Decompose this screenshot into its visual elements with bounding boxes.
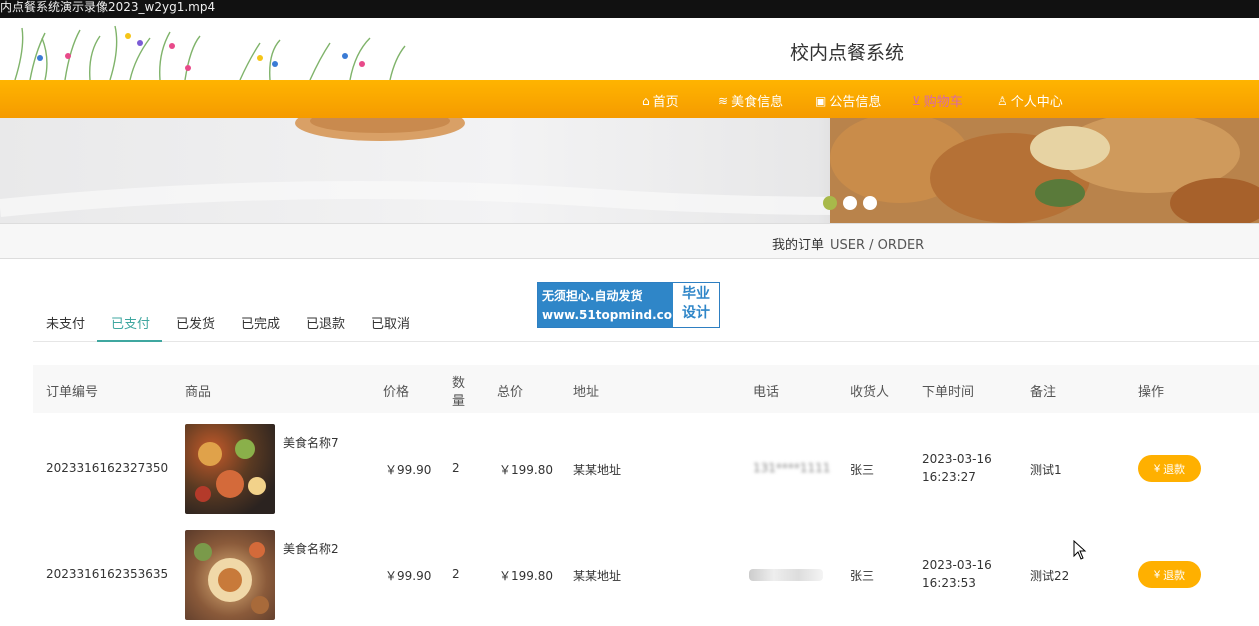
nav-home[interactable]: ⌂ 首页 xyxy=(642,91,679,111)
tab-unpaid[interactable]: 未支付 xyxy=(46,313,85,332)
nav-notice[interactable]: ▣ 公告信息 xyxy=(815,91,882,111)
refund-button-label: 退款 xyxy=(1163,569,1186,582)
notice-icon: ▣ xyxy=(815,93,827,108)
tab-refunded[interactable]: 已退款 xyxy=(306,313,345,332)
col-time: 下单时间 xyxy=(922,385,975,400)
cart-icon: ⊻ xyxy=(912,93,921,108)
address: 某某地址 xyxy=(573,463,622,477)
video-title-bar: 内点餐系统演示录像2023_w2yg1.mp4 xyxy=(0,0,1259,18)
nav-notice-label: 公告信息 xyxy=(829,95,882,110)
main-nav: ⌂ 首页 ≋ 美食信息 ▣ 公告信息 ⊻ 购物车 ♙ 个人中心 xyxy=(0,80,1259,118)
refund-button[interactable]: ¥ 退款 xyxy=(1138,561,1201,588)
remark: 测试22 xyxy=(1030,569,1070,583)
food-thumbnail xyxy=(185,530,275,620)
col-qty-a: 数 xyxy=(452,376,466,391)
banner-carousel xyxy=(0,118,1259,223)
col-price: 价格 xyxy=(383,385,410,400)
tab-cancelled[interactable]: 已取消 xyxy=(371,313,410,332)
breadcrumb-subtitle: USER / ORDER xyxy=(830,238,925,253)
price: ￥99.90 xyxy=(385,463,432,477)
table-row: 2023316162327350 美食名称7 ￥99.90 2 ￥199.80 … xyxy=(33,416,1259,520)
carousel-dot-3[interactable] xyxy=(863,196,877,210)
food-thumbnail xyxy=(185,424,275,514)
home-icon: ⌂ xyxy=(642,93,650,108)
yen-icon: ¥ xyxy=(1153,568,1161,581)
order-time: 16:23:53 xyxy=(922,576,976,590)
col-product: 商品 xyxy=(185,385,212,400)
order-time: 16:23:27 xyxy=(922,470,976,484)
order-no: 2023316162353635 xyxy=(46,567,169,581)
total: ￥199.80 xyxy=(499,569,553,583)
breadcrumb: 我的订单 USER / ORDER xyxy=(772,234,924,253)
order-status-tabs: 未支付 已支付 已发货 已完成 已退款 已取消 xyxy=(33,306,1259,342)
nav-food-info-label: 美食信息 xyxy=(731,95,784,110)
col-qty-b: 量 xyxy=(452,394,466,409)
layers-icon: ≋ xyxy=(718,93,729,108)
quantity: 2 xyxy=(452,567,460,581)
nav-cart[interactable]: ⊻ 购物车 xyxy=(912,91,963,111)
carousel-dot-2[interactable] xyxy=(843,196,857,210)
breadcrumb-bar: 我的订单 USER / ORDER xyxy=(0,223,1259,259)
nav-user-center-label: 个人中心 xyxy=(1010,95,1063,110)
tab-completed[interactable]: 已完成 xyxy=(241,313,280,332)
order-date: 2023-03-16 xyxy=(922,452,992,466)
product-name: 美食名称2 xyxy=(283,542,339,556)
breadcrumb-title: 我的订单 xyxy=(772,238,825,253)
col-action: 操作 xyxy=(1138,385,1165,400)
watermark-side1: 毕业 xyxy=(682,286,710,302)
mouse-cursor-icon xyxy=(1073,540,1087,560)
nav-user-center[interactable]: ♙ 个人中心 xyxy=(997,91,1063,111)
product-name: 美食名称7 xyxy=(283,436,339,450)
phone-blurred: 131****1111 xyxy=(753,461,831,475)
total: ￥199.80 xyxy=(499,463,553,477)
site-title: 校内点餐系统 xyxy=(790,42,905,64)
active-tab-underline xyxy=(97,340,162,342)
price: ￥99.90 xyxy=(385,569,432,583)
col-receiver: 收货人 xyxy=(850,385,890,400)
order-no: 2023316162327350 xyxy=(46,461,169,475)
watermark-line1: 无须担心.自动发货 xyxy=(542,289,643,303)
quantity: 2 xyxy=(452,461,460,475)
nav-food-info[interactable]: ≋ 美食信息 xyxy=(718,91,784,111)
refund-button[interactable]: ¥ 退款 xyxy=(1138,455,1201,482)
video-title: 内点餐系统演示录像2023_w2yg1.mp4 xyxy=(0,0,216,14)
refund-button-label: 退款 xyxy=(1163,463,1186,476)
tab-paid[interactable]: 已支付 xyxy=(111,313,150,332)
receiver: 张三 xyxy=(850,463,875,477)
receiver: 张三 xyxy=(850,569,875,583)
col-order-no: 订单编号 xyxy=(46,385,99,400)
col-phone: 电话 xyxy=(753,385,780,400)
user-icon: ♙ xyxy=(997,93,1008,108)
grass-flowers-decoration xyxy=(14,25,406,80)
col-remark: 备注 xyxy=(1030,385,1057,400)
carousel-dot-1[interactable] xyxy=(823,196,837,210)
address: 某某地址 xyxy=(573,569,622,583)
yen-icon: ¥ xyxy=(1153,462,1161,475)
col-address: 地址 xyxy=(573,385,600,400)
remark: 测试1 xyxy=(1030,463,1062,477)
table-header: 订单编号 商品 价格 数 量 总价 地址 电话 收货人 下单时间 备注 操作 xyxy=(33,365,1259,413)
col-total: 总价 xyxy=(497,385,524,400)
phone-blurred xyxy=(749,569,823,581)
banner-food-image xyxy=(0,118,1259,223)
nav-home-label: 首页 xyxy=(652,95,679,110)
order-date: 2023-03-16 xyxy=(922,558,992,572)
table-row: 2023316162353635 美食名称2 ￥99.90 2 ￥199.80 … xyxy=(33,522,1259,626)
nav-cart-label: 购物车 xyxy=(923,95,963,110)
site-header: 校内点餐系统 xyxy=(0,18,1259,80)
tab-shipped[interactable]: 已发货 xyxy=(176,313,215,332)
